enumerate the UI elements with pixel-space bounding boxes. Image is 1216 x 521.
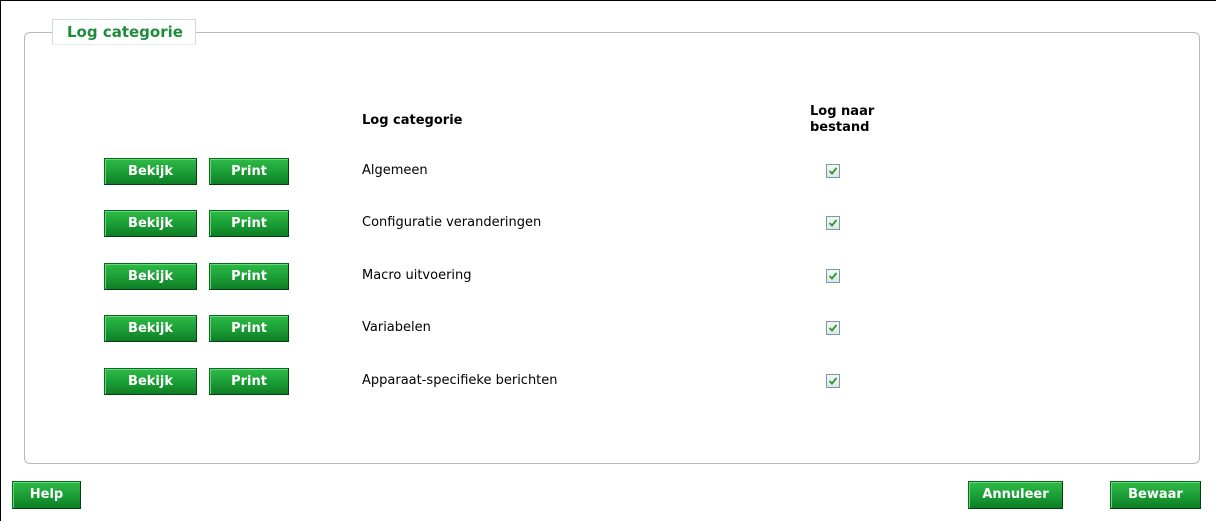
view-button[interactable]: Bekijk	[104, 315, 197, 342]
category-label: Configuratie veranderingen	[362, 215, 542, 230]
view-button[interactable]: Bekijk	[104, 263, 197, 290]
save-button[interactable]: Bewaar	[1110, 481, 1201, 509]
table-row: Bekijk Print Variabelen	[0, 315, 1216, 343]
cancel-button[interactable]: Annuleer	[968, 481, 1063, 509]
checkmark-icon	[828, 219, 838, 227]
log-to-file-checkbox[interactable]	[826, 216, 840, 230]
table-row: Bekijk Print Configuratie veranderingen	[0, 210, 1216, 238]
panel-legend: Log categorie	[52, 19, 196, 45]
view-button[interactable]: Bekijk	[104, 210, 197, 237]
checkmark-icon	[828, 377, 838, 385]
column-header-log-to-file-line1: Log naar	[810, 104, 875, 119]
window-left-border	[0, 0, 1, 521]
view-button[interactable]: Bekijk	[104, 158, 197, 185]
column-header-log-to-file-line2: bestand	[810, 120, 870, 135]
category-label: Apparaat-specifieke berichten	[362, 373, 558, 388]
table-row: Bekijk Print Macro uitvoering	[0, 263, 1216, 291]
print-button[interactable]: Print	[209, 263, 289, 290]
table-row: Bekijk Print Algemeen	[0, 158, 1216, 186]
view-button[interactable]: Bekijk	[104, 368, 197, 395]
log-to-file-checkbox[interactable]	[826, 164, 840, 178]
category-label: Algemeen	[362, 163, 428, 178]
checkmark-icon	[828, 167, 838, 175]
log-to-file-checkbox[interactable]	[826, 269, 840, 283]
window-top-border	[0, 0, 1216, 1]
checkmark-icon	[828, 272, 838, 280]
checkmark-icon	[828, 324, 838, 332]
print-button[interactable]: Print	[209, 315, 289, 342]
print-button[interactable]: Print	[209, 368, 289, 395]
log-category-panel	[24, 32, 1200, 464]
help-button[interactable]: Help	[12, 481, 81, 509]
print-button[interactable]: Print	[209, 158, 289, 185]
category-label: Macro uitvoering	[362, 268, 472, 283]
table-row: Bekijk Print Apparaat-specifieke berichten	[0, 368, 1216, 396]
column-header-category: Log categorie	[362, 113, 463, 128]
log-to-file-checkbox[interactable]	[826, 374, 840, 388]
column-header-log-to-file: Log naar bestand	[810, 104, 874, 136]
log-to-file-checkbox[interactable]	[826, 321, 840, 335]
print-button[interactable]: Print	[209, 210, 289, 237]
category-label: Variabelen	[362, 320, 431, 335]
